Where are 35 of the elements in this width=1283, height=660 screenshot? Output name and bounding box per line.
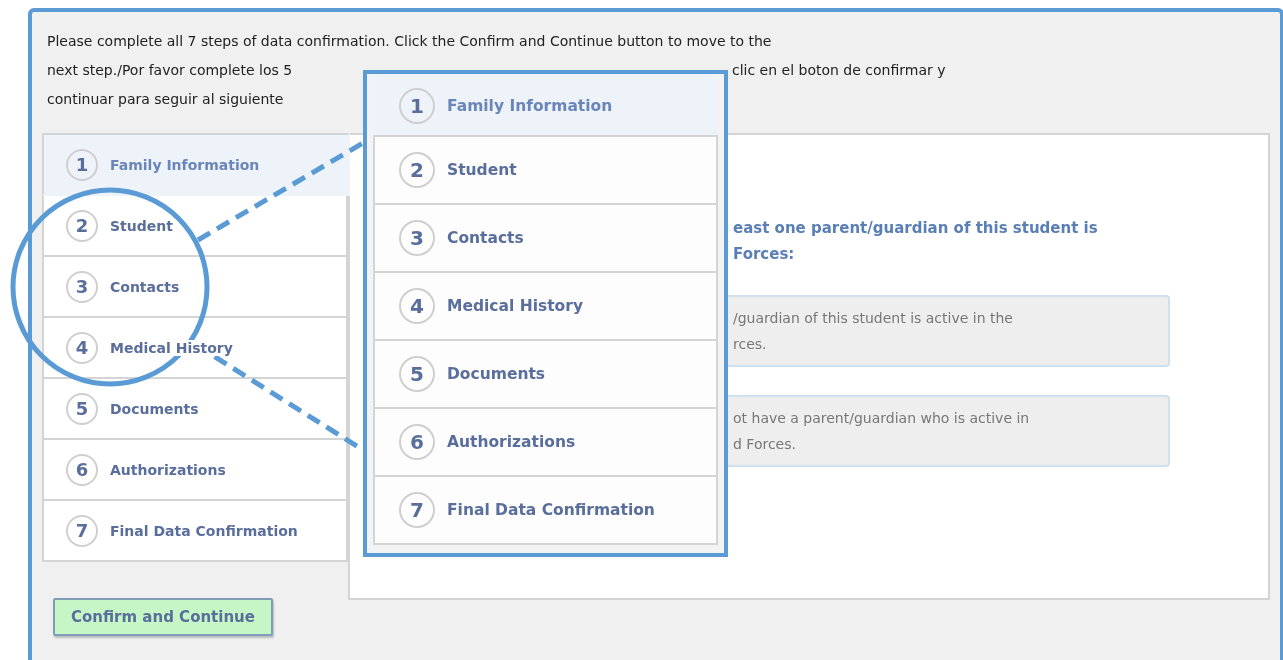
question-heading: east one parent/guardian of this student is Forces:: [733, 218, 1099, 265]
instruction-text: next step./Por favor complete los 5: [47, 61, 294, 80]
answer-option[interactable]: /guardian of this student is active in the rces.: [728, 295, 1170, 367]
step-tab[interactable]: 4 Medical History: [42, 316, 348, 379]
step-tab[interactable]: 2 Student: [373, 135, 718, 205]
step-tab[interactable]: 1 Family Information: [373, 74, 718, 137]
step-tab[interactable]: 3 Contacts: [42, 255, 348, 318]
step-tab[interactable]: 3 Contacts: [373, 203, 718, 273]
step-tab[interactable]: 1 Family Information: [42, 133, 350, 196]
step-number: 4: [66, 331, 98, 364]
step-tab[interactable]: 6 Authorizations: [373, 407, 718, 477]
step-number: 1: [66, 148, 98, 181]
step-tab[interactable]: 7 Final Data Confirmation: [42, 499, 348, 562]
step-number: 2: [66, 209, 98, 242]
step-number: 2: [399, 152, 435, 188]
step-number: 7: [66, 514, 98, 547]
step-tab[interactable]: 6 Authorizations: [42, 438, 348, 501]
step-number: 7: [399, 492, 435, 528]
step-tab[interactable]: 7 Final Data Confirmation: [373, 475, 718, 545]
step-number: 1: [399, 87, 435, 124]
step-number: 6: [66, 453, 98, 486]
step-number: 3: [66, 270, 98, 303]
step-number: 5: [399, 356, 435, 392]
instruction-text: Please complete all 7 steps of data confirmation. Click the Confirm and Continue button to move to the: [47, 32, 773, 51]
step-number: 6: [399, 424, 435, 460]
step-number: 4: [399, 288, 435, 324]
instruction-text: clic en el boton de confirmar y: [732, 61, 947, 80]
confirm-button[interactable]: Confirm and Continue: [53, 598, 273, 636]
instruction-text: continuar para seguir al siguiente: [47, 90, 285, 109]
step-tab[interactable]: 5 Documents: [373, 339, 718, 409]
step-number: 3: [399, 220, 435, 256]
step-tab[interactable]: 5 Documents: [42, 377, 348, 440]
step-number: 5: [66, 392, 98, 425]
step-tab[interactable]: 4 Medical History: [373, 271, 718, 341]
answer-option[interactable]: ot have a parent/guardian who is active in d Forces.: [728, 395, 1170, 467]
